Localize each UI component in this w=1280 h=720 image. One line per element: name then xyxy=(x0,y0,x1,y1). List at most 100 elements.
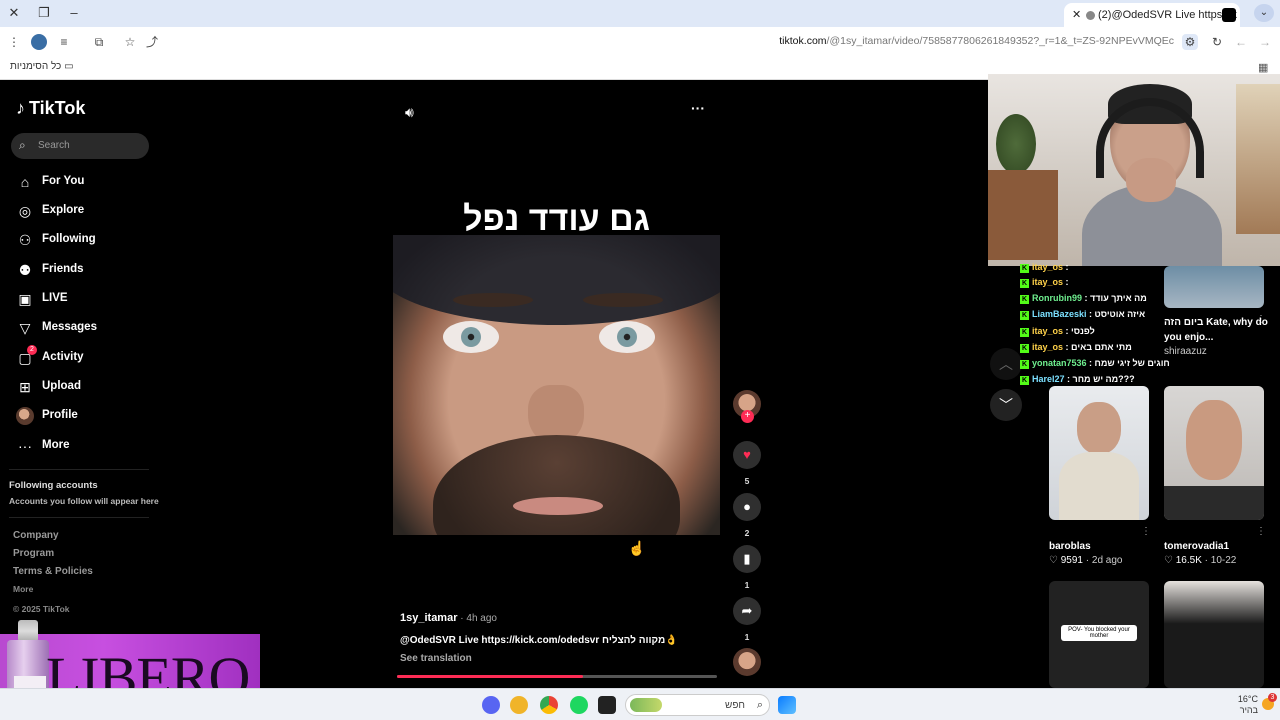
footer-more[interactable]: More xyxy=(13,584,33,594)
site-settings-icon[interactable]: ⚙ xyxy=(1182,34,1198,50)
footer-terms[interactable]: Terms & Policies xyxy=(13,566,93,577)
recommended-user[interactable]: shiraazuz xyxy=(1164,346,1207,357)
search-placeholder: Search xyxy=(38,140,70,151)
tab-search-icon[interactable]: ⌄ xyxy=(1254,4,1274,22)
avatar xyxy=(16,407,34,425)
nav-activity[interactable]: ▢ 2 Activity xyxy=(16,345,156,369)
discord-icon[interactable] xyxy=(482,696,500,714)
logo-text: TikTok xyxy=(29,98,86,118)
url-text: tiktok.com/@1sy_itamar/video/75858778062… xyxy=(779,35,1174,47)
chat-line: Kyonatan7536 : וזה מחוגים של זיגי שמח xyxy=(1020,358,1170,369)
divider xyxy=(9,517,149,518)
card-likes: 16.5K xyxy=(1175,555,1202,566)
close-tab-icon[interactable]: ✕ xyxy=(1072,3,1081,27)
nav-profile[interactable]: Profile xyxy=(16,405,156,427)
nav-for-you[interactable]: ⌂ For You xyxy=(16,171,156,193)
mouse-cursor-icon: ☝ xyxy=(628,540,646,556)
search-highlight-image xyxy=(630,698,662,712)
extensions-icon[interactable]: ⧉ xyxy=(91,34,107,50)
card-user[interactable]: baroblas xyxy=(1049,541,1091,552)
volume-icon[interactable]: 🔊︎ xyxy=(405,104,414,121)
address-bar[interactable]: ☆ ⤴ tiktok.com/@1sy_itamar/video/7585877… xyxy=(118,30,1202,54)
star-icon[interactable]: ☆ xyxy=(122,34,138,50)
chat-line: Kitay_os : xyxy=(1020,262,1069,273)
all-bookmarks-button[interactable]: כל הסימניות ▭ xyxy=(10,61,74,72)
nav-friends[interactable]: ⚉ Friends xyxy=(16,259,156,281)
more-dots-icon[interactable]: ⋮ xyxy=(1256,526,1266,537)
video-progress-bar[interactable] xyxy=(397,675,717,678)
next-video-arrow-icon[interactable]: ﹀ xyxy=(990,389,1022,421)
video-description: @OdedSVR Live https://kick.com/odedsvr מ… xyxy=(400,635,678,646)
taskbar-search-input[interactable]: חפש ⌕ xyxy=(625,694,770,716)
previous-video-arrow-icon[interactable]: ︿ xyxy=(990,348,1022,380)
video-player[interactable]: 🔊︎ ··· גם עודד נפל xyxy=(393,90,720,678)
kick-icon: K xyxy=(1020,295,1029,304)
more-options-icon[interactable]: ··· xyxy=(691,100,705,116)
speaker-icon xyxy=(1086,11,1095,20)
divider xyxy=(9,469,149,470)
tiktok-page: ♪ TikTok ⌕ Search ⌂ For You ◎ Explore ⚇ Foll… xyxy=(0,74,1280,718)
recommended-thumb[interactable] xyxy=(1164,386,1264,520)
windows-start-icon[interactable] xyxy=(778,696,796,714)
all-bookmarks-label: כל הסימניות xyxy=(10,61,62,72)
more-dots-icon[interactable]: ⋮ xyxy=(1141,526,1151,537)
menu-dots-icon[interactable]: ⋮ xyxy=(6,34,22,50)
reload-icon[interactable]: ↻ xyxy=(1209,34,1225,50)
nav-explore[interactable]: ◎ Explore xyxy=(16,200,156,222)
close-window-icon[interactable]: ✕ xyxy=(4,4,24,22)
like-heart-icon[interactable]: ♥ xyxy=(733,441,761,469)
browser-tab[interactable]: ✕ (2)@OdedSVR Live https://k xyxy=(1064,3,1240,27)
bookmark-icon[interactable]: ▮ xyxy=(733,545,761,573)
send-icon: ▽ xyxy=(19,320,31,336)
tiktok-logo[interactable]: ♪ TikTok xyxy=(16,98,85,119)
forward-icon[interactable]: → xyxy=(1257,34,1273,50)
search-input[interactable]: ⌕ Search xyxy=(11,133,149,159)
weather-condition: בהיר xyxy=(1239,705,1258,715)
recommended-thumb[interactable]: POV- You blocked your mother xyxy=(1049,581,1149,688)
follow-plus-icon[interactable]: + xyxy=(741,410,754,423)
video-author[interactable]: 1sy_itamar · 4h ago xyxy=(400,612,497,624)
reading-list-icon[interactable]: ≡ xyxy=(56,34,72,50)
chat-line: K Ronrubin99 : מה איתך עודד xyxy=(1020,293,1147,304)
recommended-thumb[interactable] xyxy=(1164,581,1264,688)
recommended-title[interactable]: ביום הזה Kate, why do you enjo... xyxy=(1164,315,1272,345)
comments-count: 2 xyxy=(744,528,750,538)
music-disc-avatar[interactable] xyxy=(733,648,761,676)
weather-widget[interactable]: 16°C בהיר xyxy=(1238,694,1258,716)
nav-more[interactable]: ··· More xyxy=(16,435,156,457)
saves-count: 1 xyxy=(744,580,750,590)
chat-line: K Harel27 : מה יש מחר??? xyxy=(1020,374,1135,385)
footer-company[interactable]: Company xyxy=(13,530,59,541)
footer-program[interactable]: Program xyxy=(13,548,54,559)
see-translation-link[interactable]: See translation xyxy=(400,653,472,664)
comment-icon[interactable]: ● xyxy=(733,493,761,521)
progress-fill xyxy=(397,675,583,678)
search-icon: ⌕ xyxy=(19,138,26,152)
activity-badge: 2 xyxy=(27,345,37,355)
person-face xyxy=(1186,400,1242,480)
nav-following[interactable]: ⚇ Following xyxy=(16,229,156,251)
browser-toolbar: ⋮ ≡ ⧉ ☆ ⤴ tiktok.com/@1sy_itamar/video/7… xyxy=(0,27,1280,57)
back-icon[interactable]: ← xyxy=(1233,34,1249,50)
card-user[interactable]: tomerovadia1 xyxy=(1164,541,1229,552)
taskbar-search-label: חפש xyxy=(725,700,745,711)
nav-messages[interactable]: ▽ Messages xyxy=(16,317,156,339)
recommended-thumb-top[interactable] xyxy=(1164,266,1264,308)
apps-grid-icon[interactable]: ▦ xyxy=(1258,61,1272,75)
minimize-window-icon[interactable]: – xyxy=(64,4,84,22)
nav-live[interactable]: ▣ LIVE xyxy=(16,288,156,310)
nav-upload[interactable]: ⊞ Upload xyxy=(16,376,156,398)
nav-label: Activity xyxy=(42,351,84,363)
profile-icon[interactable] xyxy=(31,34,47,50)
terminal-icon[interactable] xyxy=(598,696,616,714)
restore-window-icon[interactable]: ❐ xyxy=(34,4,54,22)
chrome-icon[interactable] xyxy=(540,696,558,714)
share-arrow-icon[interactable]: ➦ xyxy=(733,597,761,625)
spotify-icon[interactable] xyxy=(570,696,588,714)
share-icon[interactable]: ⤴ xyxy=(144,34,160,50)
thumb-text: POV- You blocked your mother xyxy=(1061,625,1137,641)
app-icon[interactable] xyxy=(510,696,528,714)
following-icon: ⚇ xyxy=(18,232,32,248)
person-shirt xyxy=(1164,486,1264,520)
recommended-thumb[interactable] xyxy=(1049,386,1149,520)
